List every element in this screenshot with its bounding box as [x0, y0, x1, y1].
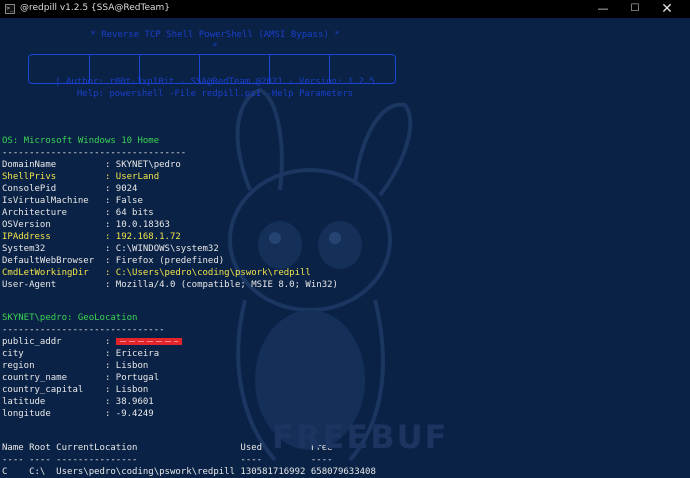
- os-rule: ----------------------------------: [2, 148, 187, 158]
- geo-row-public-addr: public_addr :: [2, 336, 182, 348]
- terminal-app-icon[interactable]: >_: [5, 4, 15, 14]
- terminal-window: >_ @redpill v1.2.5 {SSA@RedTeam} — ☐ ✕ *…: [0, 0, 690, 478]
- geo-info-row: country_capital : Lisbon: [2, 385, 149, 395]
- terminal-output[interactable]: * Reverse TCP Shell PowerShell (AMSI Byp…: [0, 19, 690, 478]
- geo-info-row: latitude : 38.9601: [2, 397, 154, 407]
- os-info-row: DefaultWebBrowser : Firefox (predefined): [2, 256, 225, 266]
- redacted-ip: [115, 338, 182, 345]
- window-title: @redpill v1.2.5 {SSA@RedTeam}: [20, 3, 171, 13]
- banner-tagline: * Reverse TCP Shell PowerShell (AMSI Byp…: [90, 30, 340, 40]
- geo-info-row: country_name : Portugal: [2, 373, 160, 383]
- os-info-row: System32 : C:\WINDOWS\system32: [2, 244, 219, 254]
- os-info-row: ShellPrivs : UserLand: [2, 172, 160, 182]
- os-info-row: User-Agent : Mozilla/4.0 (compatible; MS…: [2, 280, 338, 290]
- banner-help: Help: powershell -File redpill.ps1 -Help…: [76, 89, 354, 99]
- os-info-row: IsVirtualMachine : False: [2, 196, 143, 206]
- freebuf-watermark: FREEBUF: [272, 418, 449, 456]
- close-button[interactable]: ✕: [652, 0, 682, 18]
- drive-table-row: C C:\ Users\pedro\coding\pswork\redpill …: [2, 467, 376, 477]
- maximize-button[interactable]: ☐: [620, 0, 650, 18]
- os-info-row: Architecture : 64 bits: [2, 208, 154, 218]
- os-info-row: CmdLetWorkingDir : C:\Users\pedro\coding…: [2, 268, 311, 278]
- geo-info-row: region : Lisbon: [2, 361, 149, 371]
- geo-info-row: longitude : -9.4249: [2, 409, 154, 419]
- geo-rule: ------------------------------: [2, 325, 165, 335]
- geo-header: SKYNET\pedro: GeoLocation: [2, 313, 138, 323]
- os-info-row: IPAddress : 192.168.1.72: [2, 232, 181, 242]
- geo-key: public_addr: [2, 337, 62, 347]
- os-info-row: ConsolePid : 9024: [2, 184, 138, 194]
- os-info-row: OSVersion : 10.0.18363: [2, 220, 170, 230]
- title-bar[interactable]: >_ @redpill v1.2.5 {SSA@RedTeam} — ☐ ✕: [0, 0, 690, 18]
- geo-info-row: city : Ericeira: [2, 349, 160, 359]
- banner-star: *: [212, 42, 218, 52]
- os-info-row: DomainName : SKYNET\pedro: [2, 160, 181, 170]
- os-header: OS: Microsoft Windows 10 Home: [2, 136, 160, 146]
- banner-author: | Author: r00t-3xp10it - SSA@RedTeam @20…: [55, 77, 375, 87]
- minimize-button[interactable]: —: [588, 0, 618, 18]
